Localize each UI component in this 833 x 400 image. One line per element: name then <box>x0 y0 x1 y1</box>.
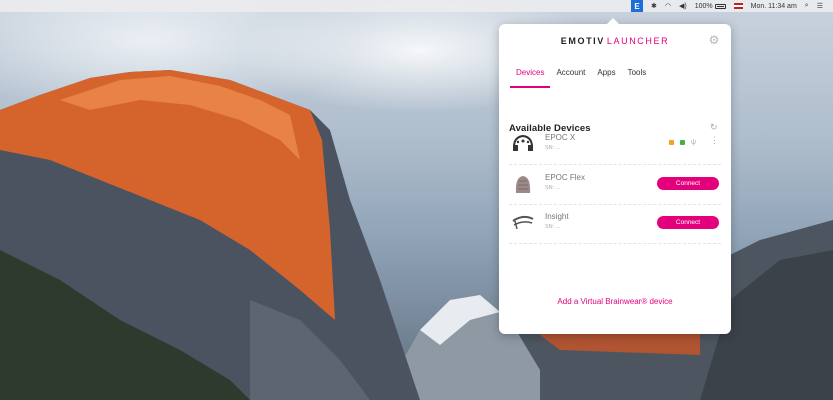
brand-emotiv: EMOTIV <box>560 36 605 46</box>
connect-button[interactable]: Connect <box>657 177 719 190</box>
device-name: EPOC Flex <box>545 173 586 182</box>
battery-status[interactable]: 100% <box>695 0 726 12</box>
battery-icon <box>714 3 726 9</box>
device-row-insight[interactable]: Insight SN: ... Connect <box>509 206 721 244</box>
device-name: Insight <box>545 212 569 221</box>
search-icon[interactable]: ⌕ <box>805 0 809 12</box>
device-status-indicators: ψ <box>669 139 696 146</box>
tab-devices[interactable]: Devices <box>510 68 551 88</box>
emotiv-tray-icon[interactable]: E <box>631 0 643 12</box>
usb-icon: ψ <box>691 139 696 146</box>
device-row-epoc-x[interactable]: EPOC X SN: ... ψ ⋮ <box>509 127 721 165</box>
emotiv-launcher-popover: EMOTIV LAUNCHER ⚙ Devices Account Apps To… <box>499 18 731 334</box>
tab-account[interactable]: Account <box>550 68 591 88</box>
list-icon[interactable]: ☰ <box>817 0 823 12</box>
volume-icon[interactable]: ◀) <box>679 0 687 12</box>
brand-launcher: LAUNCHER <box>606 36 670 46</box>
gear-icon[interactable]: ⚙ <box>708 34 720 46</box>
device-row-epoc-flex[interactable]: EPOC Flex SN: ... Connect <box>509 167 721 205</box>
add-virtual-device-link[interactable]: Add a Virtual Brainwear® device <box>499 297 731 306</box>
battery-percent: 100% <box>694 2 713 10</box>
tab-apps[interactable]: Apps <box>591 68 621 88</box>
tab-tools[interactable]: Tools <box>622 68 653 88</box>
device-serial: SN: ... <box>545 145 561 151</box>
flag-icon[interactable] <box>733 0 743 12</box>
connect-button[interactable]: Connect <box>657 216 719 229</box>
device-name: EPOC X <box>545 133 576 142</box>
popover-caret <box>607 18 619 24</box>
tab-bar: Devices Account Apps Tools <box>510 68 652 88</box>
more-options-icon[interactable]: ⋮ <box>710 136 719 145</box>
app-brand: EMOTIV LAUNCHER <box>499 36 731 46</box>
device-serial: SN: ... <box>545 185 561 191</box>
wifi-icon[interactable]: ◠ <box>665 0 671 12</box>
flex-cap-icon <box>515 176 531 193</box>
insight-headset-icon <box>512 215 534 230</box>
battery-level-icon <box>680 140 685 145</box>
bluetooth-icon[interactable]: ✱ <box>651 0 657 12</box>
signal-quality-icon <box>669 140 674 145</box>
menubar-clock[interactable]: Mon. 11:34 am <box>751 0 797 12</box>
headset-icon <box>513 134 533 151</box>
menu-bar: E ✱ ◠ ◀) 100% Mon. 11:34 am ⌕ ☰ <box>0 0 833 12</box>
device-serial: SN: ... <box>545 224 561 230</box>
